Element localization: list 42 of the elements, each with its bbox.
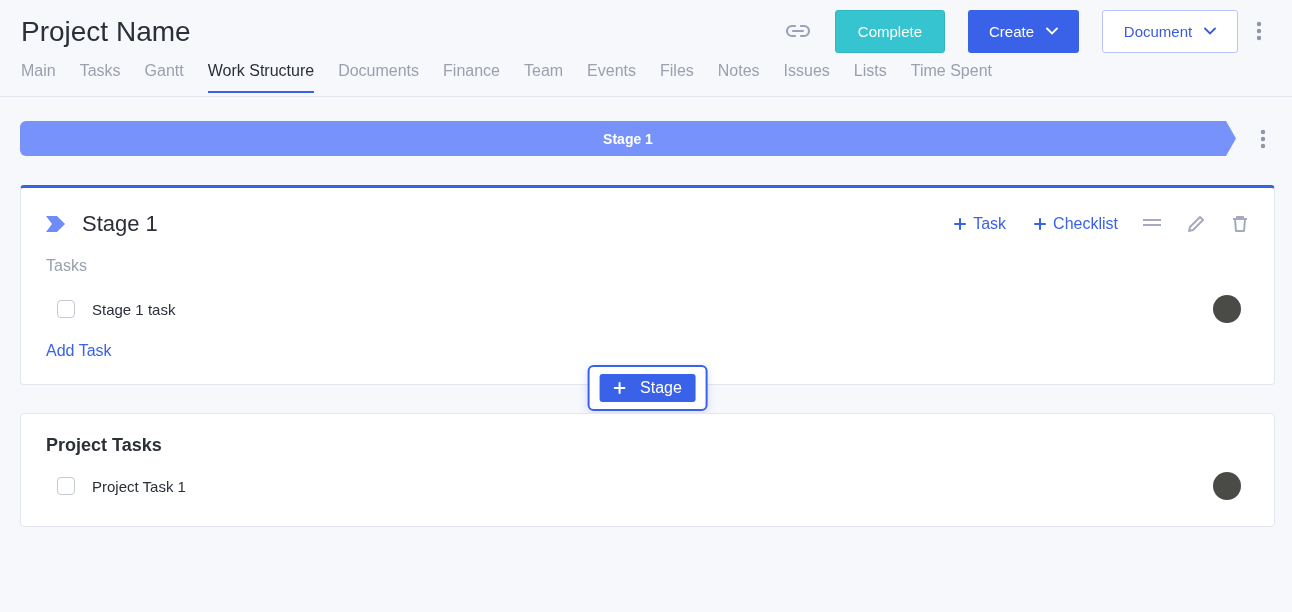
trash-icon[interactable] bbox=[1230, 214, 1250, 234]
task-name: Stage 1 task bbox=[92, 300, 177, 318]
avatar bbox=[1213, 295, 1241, 323]
section-label: Tasks bbox=[46, 257, 88, 275]
stage-title: Stage 1 bbox=[82, 211, 159, 237]
caret-icon bbox=[1046, 27, 1058, 35]
avatar bbox=[1213, 472, 1241, 500]
tab[interactable]: Finance bbox=[443, 62, 500, 93]
plus-icon bbox=[954, 218, 967, 230]
plus-icon bbox=[613, 382, 626, 394]
tab[interactable]: Events bbox=[587, 62, 637, 93]
more-icon[interactable] bbox=[1256, 21, 1262, 41]
checkbox[interactable] bbox=[57, 477, 75, 495]
add-link[interactable]: Task bbox=[954, 215, 1007, 233]
checkbox[interactable] bbox=[57, 300, 75, 318]
plus-icon bbox=[1034, 218, 1047, 230]
action-button[interactable]: Complete bbox=[834, 9, 945, 53]
tab[interactable]: Work Structure bbox=[207, 62, 315, 93]
tab[interactable]: Notes bbox=[717, 62, 760, 93]
caret-icon bbox=[1204, 27, 1217, 35]
tab[interactable]: Issues bbox=[783, 62, 830, 93]
link-icon[interactable] bbox=[783, 23, 812, 39]
card-title: Project Tasks bbox=[46, 435, 163, 456]
add-task-link[interactable]: Add Task bbox=[46, 342, 112, 360]
dropdown-button[interactable]: Document bbox=[1102, 9, 1238, 53]
add-link[interactable]: Checklist bbox=[1034, 215, 1118, 233]
tab[interactable]: Tasks bbox=[79, 62, 121, 93]
project-title: Project Name bbox=[21, 15, 192, 48]
add-stage-button[interactable]: Stage bbox=[599, 374, 696, 402]
more-icon[interactable] bbox=[1260, 128, 1266, 149]
dropdown-button[interactable]: Create bbox=[967, 9, 1079, 53]
tab[interactable]: Files bbox=[660, 62, 694, 93]
tab[interactable]: Lists bbox=[853, 62, 887, 93]
chevron-icon bbox=[46, 216, 66, 232]
tab[interactable]: Gantt bbox=[144, 62, 184, 93]
task-name: Project Task 1 bbox=[92, 477, 187, 495]
pencil-icon[interactable] bbox=[1186, 214, 1206, 234]
tab[interactable]: Main bbox=[21, 62, 56, 93]
stage-bar[interactable]: Stage 1 bbox=[20, 121, 1236, 156]
tab[interactable]: Documents bbox=[338, 62, 420, 93]
tab[interactable]: Team bbox=[524, 62, 564, 93]
tab[interactable]: Time Spent bbox=[910, 62, 992, 93]
